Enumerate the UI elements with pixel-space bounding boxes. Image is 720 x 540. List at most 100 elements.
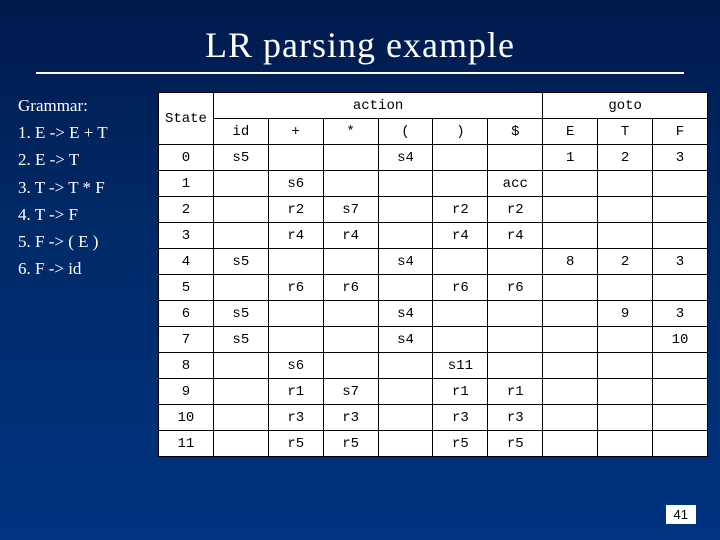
table-cell bbox=[378, 223, 433, 249]
table-cell bbox=[488, 145, 543, 171]
table-row: 4s5s4823 bbox=[159, 249, 708, 275]
col-header: F bbox=[653, 119, 708, 145]
table-cell bbox=[378, 197, 433, 223]
table-row: 7s5s410 bbox=[159, 327, 708, 353]
table-cell: r1 bbox=[488, 379, 543, 405]
table-cell bbox=[433, 249, 488, 275]
table-cell bbox=[653, 431, 708, 457]
table-cell: 7 bbox=[159, 327, 214, 353]
table-cell: 10 bbox=[159, 405, 214, 431]
table-cell: r3 bbox=[323, 405, 378, 431]
table-cell: r6 bbox=[488, 275, 543, 301]
col-header: $ bbox=[488, 119, 543, 145]
table-row: 6s5s493 bbox=[159, 301, 708, 327]
grammar-rule: 6. F -> id bbox=[18, 255, 148, 282]
table-row: 5r6r6r6r6 bbox=[159, 275, 708, 301]
grammar-rule: 2. E -> T bbox=[18, 146, 148, 173]
table-cell bbox=[598, 327, 653, 353]
table-cell bbox=[378, 171, 433, 197]
col-state: State bbox=[159, 93, 214, 145]
table-cell bbox=[378, 431, 433, 457]
col-header: ) bbox=[433, 119, 488, 145]
table-cell bbox=[268, 249, 323, 275]
table-cell: 9 bbox=[598, 301, 653, 327]
table-cell: 1 bbox=[159, 171, 214, 197]
table-cell bbox=[598, 223, 653, 249]
table-cell: 2 bbox=[598, 249, 653, 275]
table-cell: r5 bbox=[268, 431, 323, 457]
table-cell bbox=[323, 145, 378, 171]
table-cell bbox=[488, 301, 543, 327]
table-cell bbox=[543, 223, 598, 249]
table-row: 9r1s7r1r1 bbox=[159, 379, 708, 405]
table-cell: s6 bbox=[268, 171, 323, 197]
table-cell bbox=[213, 379, 268, 405]
table-cell: s6 bbox=[268, 353, 323, 379]
table-cell: s7 bbox=[323, 197, 378, 223]
grammar-block: Grammar: 1. E -> E + T 2. E -> T 3. T ->… bbox=[18, 92, 158, 282]
table-row: 0s5s4123 bbox=[159, 145, 708, 171]
col-header: T bbox=[598, 119, 653, 145]
grammar-rule: 1. E -> E + T bbox=[18, 119, 148, 146]
table-cell bbox=[653, 275, 708, 301]
table-row: 1s6acc bbox=[159, 171, 708, 197]
table-cell: 11 bbox=[159, 431, 214, 457]
table-cell: 2 bbox=[159, 197, 214, 223]
table-cell: s11 bbox=[433, 353, 488, 379]
table-cell bbox=[323, 327, 378, 353]
table-cell: 8 bbox=[543, 249, 598, 275]
table-cell bbox=[543, 353, 598, 379]
table-cell: r6 bbox=[433, 275, 488, 301]
table-cell: r5 bbox=[433, 431, 488, 457]
table-cell bbox=[323, 353, 378, 379]
table-cell bbox=[433, 145, 488, 171]
col-header: id bbox=[213, 119, 268, 145]
table-cell bbox=[543, 197, 598, 223]
table-cell bbox=[543, 171, 598, 197]
table-cell bbox=[488, 353, 543, 379]
table-cell bbox=[653, 197, 708, 223]
table-row: 10r3r3r3r3 bbox=[159, 405, 708, 431]
col-group-action: action bbox=[213, 93, 542, 119]
table-cell bbox=[653, 405, 708, 431]
table-row: 3r4r4r4r4 bbox=[159, 223, 708, 249]
table-cell bbox=[213, 431, 268, 457]
table-cell: r4 bbox=[323, 223, 378, 249]
table-cell: r4 bbox=[268, 223, 323, 249]
table-cell: 2 bbox=[598, 145, 653, 171]
table-cell: r3 bbox=[433, 405, 488, 431]
table-cell bbox=[323, 301, 378, 327]
table-cell bbox=[213, 405, 268, 431]
table-cell bbox=[378, 379, 433, 405]
table-cell: 1 bbox=[543, 145, 598, 171]
col-header: E bbox=[543, 119, 598, 145]
table-cell: s4 bbox=[378, 249, 433, 275]
table-cell bbox=[598, 275, 653, 301]
table-cell bbox=[543, 379, 598, 405]
table-row: 11r5r5r5r5 bbox=[159, 431, 708, 457]
table-cell bbox=[653, 353, 708, 379]
table-cell: s5 bbox=[213, 145, 268, 171]
slide-title: LR parsing example bbox=[0, 0, 720, 72]
table-cell bbox=[488, 327, 543, 353]
table-cell: 5 bbox=[159, 275, 214, 301]
table-cell: s7 bbox=[323, 379, 378, 405]
table-cell bbox=[213, 353, 268, 379]
table-cell: s4 bbox=[378, 301, 433, 327]
table-cell: 3 bbox=[653, 249, 708, 275]
table-cell bbox=[323, 249, 378, 275]
table-cell bbox=[213, 171, 268, 197]
table-cell bbox=[433, 171, 488, 197]
table-cell bbox=[378, 275, 433, 301]
table-cell: r3 bbox=[488, 405, 543, 431]
content-area: Grammar: 1. E -> E + T 2. E -> T 3. T ->… bbox=[0, 92, 720, 457]
table-cell bbox=[598, 379, 653, 405]
table-cell bbox=[653, 171, 708, 197]
table-cell: s4 bbox=[378, 327, 433, 353]
table-cell: r3 bbox=[268, 405, 323, 431]
table-cell: r2 bbox=[268, 197, 323, 223]
table-cell bbox=[543, 301, 598, 327]
table-cell: s5 bbox=[213, 249, 268, 275]
table-cell bbox=[543, 431, 598, 457]
table-cell bbox=[213, 197, 268, 223]
